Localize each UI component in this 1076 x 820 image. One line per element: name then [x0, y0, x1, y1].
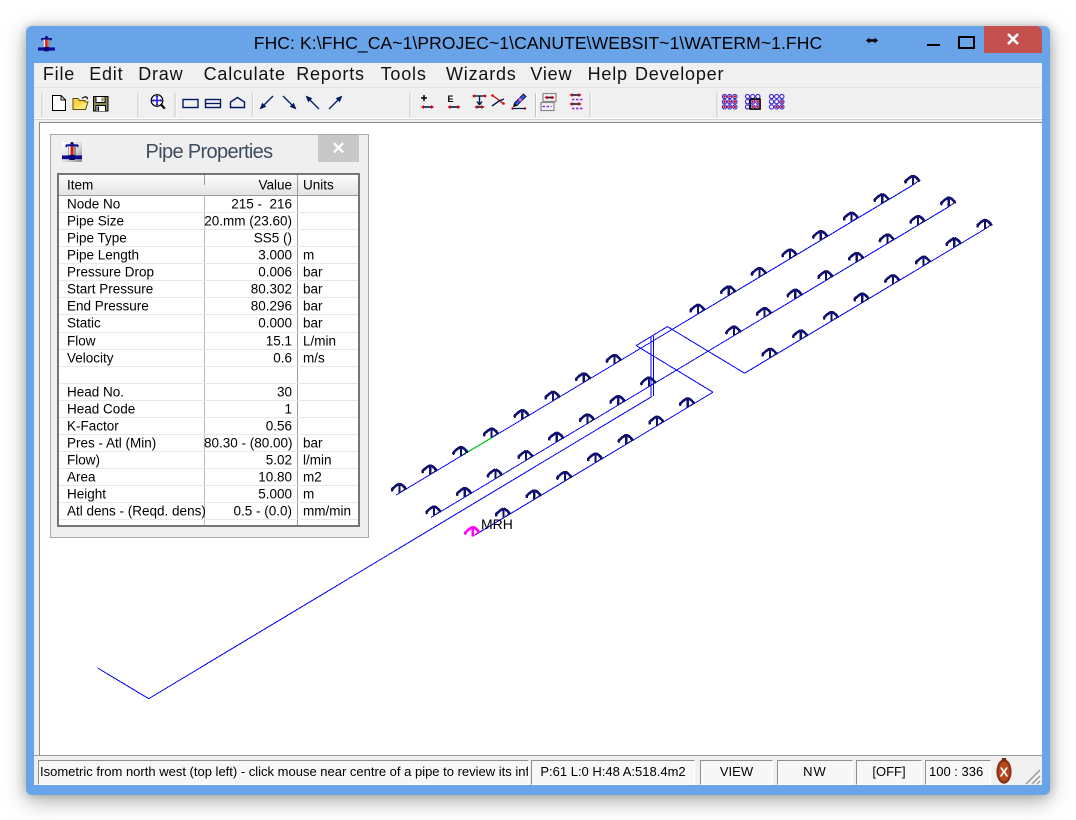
svg-text:E: E: [448, 94, 454, 104]
svg-text:X: X: [1000, 765, 1009, 780]
